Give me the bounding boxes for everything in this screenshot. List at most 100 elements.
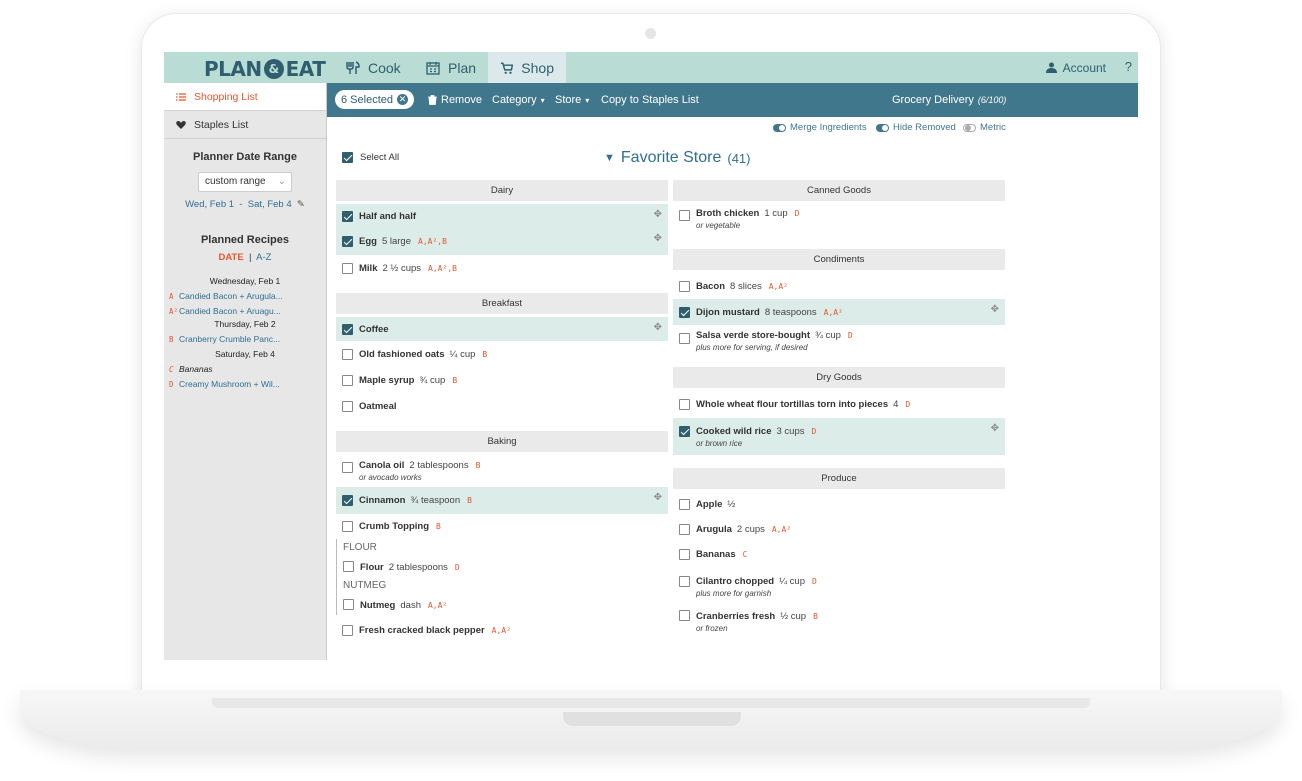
item-checkbox[interactable] [679,549,690,560]
item-checkbox[interactable] [342,521,353,532]
item-quantity: ¾ cup [419,374,446,386]
move-icon[interactable]: ✥ [654,209,662,220]
item-checkbox[interactable] [679,210,690,221]
list-item[interactable]: Broth chicken 1 cup D or vegetable [673,204,1005,234]
list-item[interactable]: Cooked wild rice 3 cups D or brown rice ✥ [673,418,1005,455]
recipe-link[interactable]: D Creamy Mushroom + Wil... [164,379,326,389]
list-item[interactable]: Half and half ✥ [336,204,668,228]
item-checkbox[interactable] [342,401,353,412]
recipe-link[interactable]: C Bananas [164,364,326,374]
tab-shop[interactable]: Shop [488,52,566,83]
tab-cook[interactable]: Cook [334,52,413,83]
item-checkbox[interactable] [679,426,690,437]
app-screen: PLAN & EAT Cook Plan Shop Account ? Shop… [164,52,1138,660]
tab-plan[interactable]: Plan [414,52,488,83]
item-checkbox[interactable] [679,307,690,318]
list-item[interactable]: Flour 2 tablespoons D [336,557,668,577]
metric-toggle[interactable]: Metric [963,122,1006,133]
date-range-display[interactable]: Wed, Feb 1 - Sat, Feb 4 ✎ [164,199,326,210]
plan-to-eat-logo[interactable]: PLAN & EAT [204,57,326,81]
remove-button[interactable]: Remove [428,83,482,117]
list-item[interactable]: Apple ½ [673,492,1005,517]
list-item[interactable]: Arugula 2 cups A,A² [673,517,1005,542]
item-checkbox[interactable] [342,211,353,222]
recipe-link[interactable]: A²Candied Bacon + Aruagu... [164,306,326,316]
list-item[interactable]: Fresh cracked black pepper A,A² [336,615,668,645]
pencil-icon[interactable]: ✎ [297,199,305,210]
item-checkbox[interactable] [679,576,690,587]
sort-az-button[interactable]: A-Z [256,252,271,263]
recipe-link[interactable]: A Candied Bacon + Arugula... [164,291,326,301]
item-checkbox[interactable] [342,375,353,386]
list-item[interactable]: Maple syrup ¾ cup B [336,367,668,393]
move-icon[interactable]: ✥ [654,233,662,244]
item-checkbox[interactable] [679,524,690,535]
item-checkbox[interactable] [343,561,354,572]
list-item[interactable]: Cinnamon ¾ teaspoon B ✥ [336,487,668,514]
store-dropdown[interactable]: Store ▾ [555,83,589,117]
move-icon[interactable]: ✥ [654,322,662,333]
item-checkbox[interactable] [679,333,690,344]
item-checkbox[interactable] [679,610,690,621]
item-checkbox[interactable] [342,236,353,247]
item-checkbox[interactable] [679,499,690,510]
sidebar-item-staples-list[interactable]: Staples List [164,111,326,139]
list-item[interactable]: Salsa verde store-bought ¾ cup D plus more… [673,325,1005,357]
date-range-select[interactable]: custom range ⌄ [198,172,292,192]
category-header: Dairy [336,180,668,201]
list-item[interactable]: Bananas C [673,542,1005,567]
list-item[interactable]: Egg 5 large A,A²,B ✥ [336,228,668,255]
item-quantity: 8 teaspoons [764,306,817,318]
list-item[interactable]: Bacon 8 slices A,A² [673,273,1005,299]
move-icon[interactable]: ✥ [991,304,999,315]
move-icon[interactable]: ✥ [991,423,999,434]
item-checkbox[interactable] [342,625,353,636]
store-heading[interactable]: ▼ Favorite Store (41) [604,149,751,167]
item-checkbox[interactable] [343,599,354,610]
item-quantity: ¾ cup [815,330,841,341]
list-item[interactable]: Cilantro chopped ¼ cup D plus more for gar… [673,567,1005,606]
item-checkbox[interactable] [679,281,690,292]
item-checkbox[interactable] [342,263,353,274]
move-icon[interactable]: ✥ [654,492,662,503]
merge-ingredients-toggle[interactable]: Merge Ingredients [773,122,867,133]
list-item[interactable]: Old fashioned oats ¼ cup B [336,341,668,367]
item-name: Cilantro chopped [696,575,775,587]
list-item[interactable]: Coffee ✥ [336,317,668,341]
recipe-name: Candied Bacon + Aruagu... [179,306,281,316]
recipe-name: Creamy Mushroom + Wil... [179,379,280,389]
item-checkbox[interactable] [342,495,353,506]
item-recipe-codes: D [794,209,800,218]
sidebar-item-shopping-list[interactable]: Shopping List [164,83,326,111]
clear-selection-icon[interactable]: ✕ [396,94,408,105]
select-all-checkbox[interactable] [342,152,353,163]
account-link[interactable]: Account [1045,52,1106,83]
grocery-delivery-button[interactable]: Grocery Delivery (6/100) [892,83,1006,117]
item-checkbox[interactable] [679,399,690,410]
help-button[interactable]: ? [1125,59,1132,74]
hide-removed-toggle[interactable]: Hide Removed [876,122,956,133]
list-item[interactable]: Nutmeg dash A,A² [336,595,668,615]
item-name: Cooked wild rice [696,425,772,437]
selected-count-pill[interactable]: 6 Selected ✕ [335,90,414,109]
recipe-link[interactable]: B Cranberry Crumble Panc... [164,334,326,344]
list-item[interactable]: Dijon mustard 8 teaspoons A,A² ✥ [673,299,1005,325]
item-checkbox[interactable] [342,324,353,335]
list-item[interactable]: Canola oil 2 tablespoons B or avocado work… [336,455,668,487]
list-item[interactable]: Crumb Topping B [336,514,668,539]
list-item[interactable]: Oatmeal [336,393,668,419]
category-header: Dry Goods [673,367,1005,388]
list-item[interactable]: Whole wheat flour tortillas torn into pi… [673,391,1005,418]
list-item[interactable]: Cranberries fresh ½ cup B or frozen [673,606,1005,638]
copy-to-staples-button[interactable]: Copy to Staples List [601,83,699,117]
item-name: Cranberries fresh [696,611,776,622]
list-item[interactable]: Milk 2 ½ cups A,A²,B [336,255,668,282]
item-checkbox[interactable] [342,462,353,473]
category-dropdown[interactable]: Category ▾ [492,83,545,117]
recipe-tag: B [169,335,174,344]
sort-date-button[interactable]: DATE [219,252,244,263]
laptop-hinge [212,698,1090,708]
select-all-control[interactable]: Select All [342,152,399,163]
item-recipe-codes: D [811,426,817,436]
item-checkbox[interactable] [342,349,353,360]
